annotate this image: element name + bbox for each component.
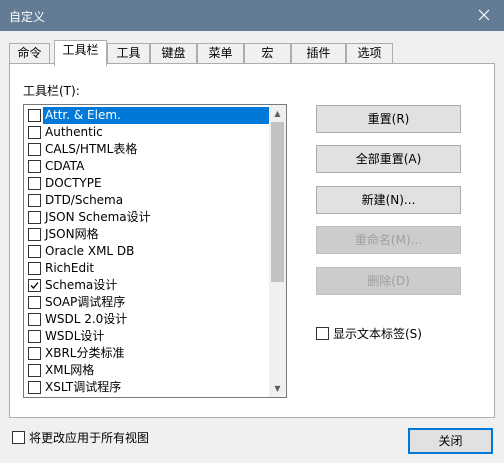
checkbox-box[interactable] xyxy=(316,327,329,340)
checkbox-icon[interactable] xyxy=(28,245,41,258)
list-item[interactable]: WSDL 2.0设计 xyxy=(27,311,271,328)
list-item[interactable]: JSON网格 xyxy=(27,226,271,243)
list-item[interactable]: Authentic xyxy=(27,124,271,141)
scroll-thumb[interactable] xyxy=(271,122,284,282)
checkbox-icon[interactable] xyxy=(28,347,41,360)
tab-keyboard[interactable]: 键盘 xyxy=(150,43,197,64)
list-scrollbar[interactable]: ▲ ▼ xyxy=(269,105,286,397)
list-item-label: CDATA xyxy=(45,159,85,173)
reset-button[interactable]: 重置(R) xyxy=(316,105,461,133)
apply-all-views-label: 将更改应用于所有视图 xyxy=(29,431,150,445)
list-item-label: DTD/Schema xyxy=(45,193,124,207)
list-item-label: Authentic xyxy=(45,125,103,139)
list-item[interactable]: RichEdit xyxy=(27,260,271,277)
list-item-label: SOAP调试程序 xyxy=(45,295,126,309)
toolbars-listbox[interactable]: Attr. & Elem. Authentic CALS/HTML表格 CDATA DO… xyxy=(23,104,287,398)
show-text-labels-checkbox[interactable]: 显示文本标签(S) xyxy=(316,326,436,342)
checkbox-icon[interactable] xyxy=(28,109,41,122)
list-item-label: Oracle XML DB xyxy=(45,244,135,258)
list-item-label: CALS/HTML表格 xyxy=(45,142,138,156)
list-item-label: XBRL分类标准 xyxy=(45,346,125,360)
list-item[interactable]: XSLT调试程序 xyxy=(27,379,271,396)
checkbox-icon[interactable] xyxy=(28,364,41,377)
tab-tools[interactable]: 工具 xyxy=(107,43,150,64)
title-bar: 自定义 xyxy=(0,0,504,31)
window-title: 自定义 xyxy=(9,10,46,24)
show-text-labels-label: 显示文本标签(S) xyxy=(333,327,422,341)
tab-macros[interactable]: 宏 xyxy=(244,43,291,64)
checkbox-icon[interactable] xyxy=(28,160,41,173)
toolbars-list-label: 工具栏(T): xyxy=(23,84,80,98)
list-item-label: JSON网格 xyxy=(45,227,99,241)
window-close-icon[interactable] xyxy=(474,5,494,25)
tab-options[interactable]: 选项 xyxy=(346,43,393,64)
list-item-label: Schema设计 xyxy=(45,278,118,292)
list-item[interactable]: DOCTYPE xyxy=(27,175,271,192)
list-item[interactable]: DTD/Schema xyxy=(27,192,271,209)
tab-toolbars[interactable]: 工具栏 xyxy=(54,40,107,66)
checkbox-icon[interactable] xyxy=(28,330,41,343)
list-item[interactable]: JSON Schema设计 xyxy=(27,209,271,226)
reset-all-button[interactable]: 全部重置(A) xyxy=(316,145,461,173)
list-item[interactable]: Attr. & Elem. xyxy=(27,107,271,124)
tab-plugins[interactable]: 插件 xyxy=(291,43,346,64)
checkbox-icon[interactable] xyxy=(28,228,41,241)
list-item-label: WSDL设计 xyxy=(45,329,105,343)
list-item-label: Attr. & Elem. xyxy=(43,107,269,124)
list-item-label: WSDL 2.0设计 xyxy=(45,312,128,326)
list-item[interactable]: Schema设计 xyxy=(27,277,271,294)
list-item-label: JSON Schema设计 xyxy=(45,210,151,224)
rename-button[interactable]: 重命名(M)... xyxy=(316,226,461,254)
checkbox-icon[interactable] xyxy=(28,381,41,394)
tab-commands[interactable]: 命令 xyxy=(9,43,50,64)
list-item-label: XML网格 xyxy=(45,363,95,377)
checkbox-box[interactable] xyxy=(12,431,25,444)
checkbox-icon[interactable] xyxy=(28,296,41,309)
tab-menu[interactable]: 菜单 xyxy=(197,43,244,64)
checkbox-checked-icon[interactable] xyxy=(28,279,41,292)
list-item[interactable]: CALS/HTML表格 xyxy=(27,141,271,158)
list-item-label: XSLT调试程序 xyxy=(45,380,122,394)
checkbox-icon[interactable] xyxy=(28,177,41,190)
list-item[interactable]: SOAP调试程序 xyxy=(27,294,271,311)
list-item[interactable]: Oracle XML DB xyxy=(27,243,271,260)
scroll-down-icon[interactable]: ▼ xyxy=(269,380,286,397)
checkbox-icon[interactable] xyxy=(28,262,41,275)
checkbox-icon[interactable] xyxy=(28,313,41,326)
list-item[interactable]: XML网格 xyxy=(27,362,271,379)
list-item-label: DOCTYPE xyxy=(45,176,102,190)
list-item[interactable]: CDATA xyxy=(27,158,271,175)
scroll-up-icon[interactable]: ▲ xyxy=(269,105,286,122)
list-item-label: RichEdit xyxy=(45,261,95,275)
checkbox-icon[interactable] xyxy=(28,211,41,224)
checkbox-icon[interactable] xyxy=(28,143,41,156)
new-button[interactable]: 新建(N)... xyxy=(316,186,461,214)
list-item[interactable]: WSDL设计 xyxy=(27,328,271,345)
delete-button[interactable]: 删除(D) xyxy=(316,267,461,295)
checkbox-icon[interactable] xyxy=(28,194,41,207)
checkbox-icon[interactable] xyxy=(28,126,41,139)
tab-strip: 命令 工具栏 工具 键盘 菜单 宏 插件 选项 xyxy=(9,40,495,66)
apply-all-views-checkbox[interactable]: 将更改应用于所有视图 xyxy=(12,430,162,446)
close-button[interactable]: 关闭 xyxy=(408,428,493,454)
list-item[interactable]: XBRL分类标准 xyxy=(27,345,271,362)
